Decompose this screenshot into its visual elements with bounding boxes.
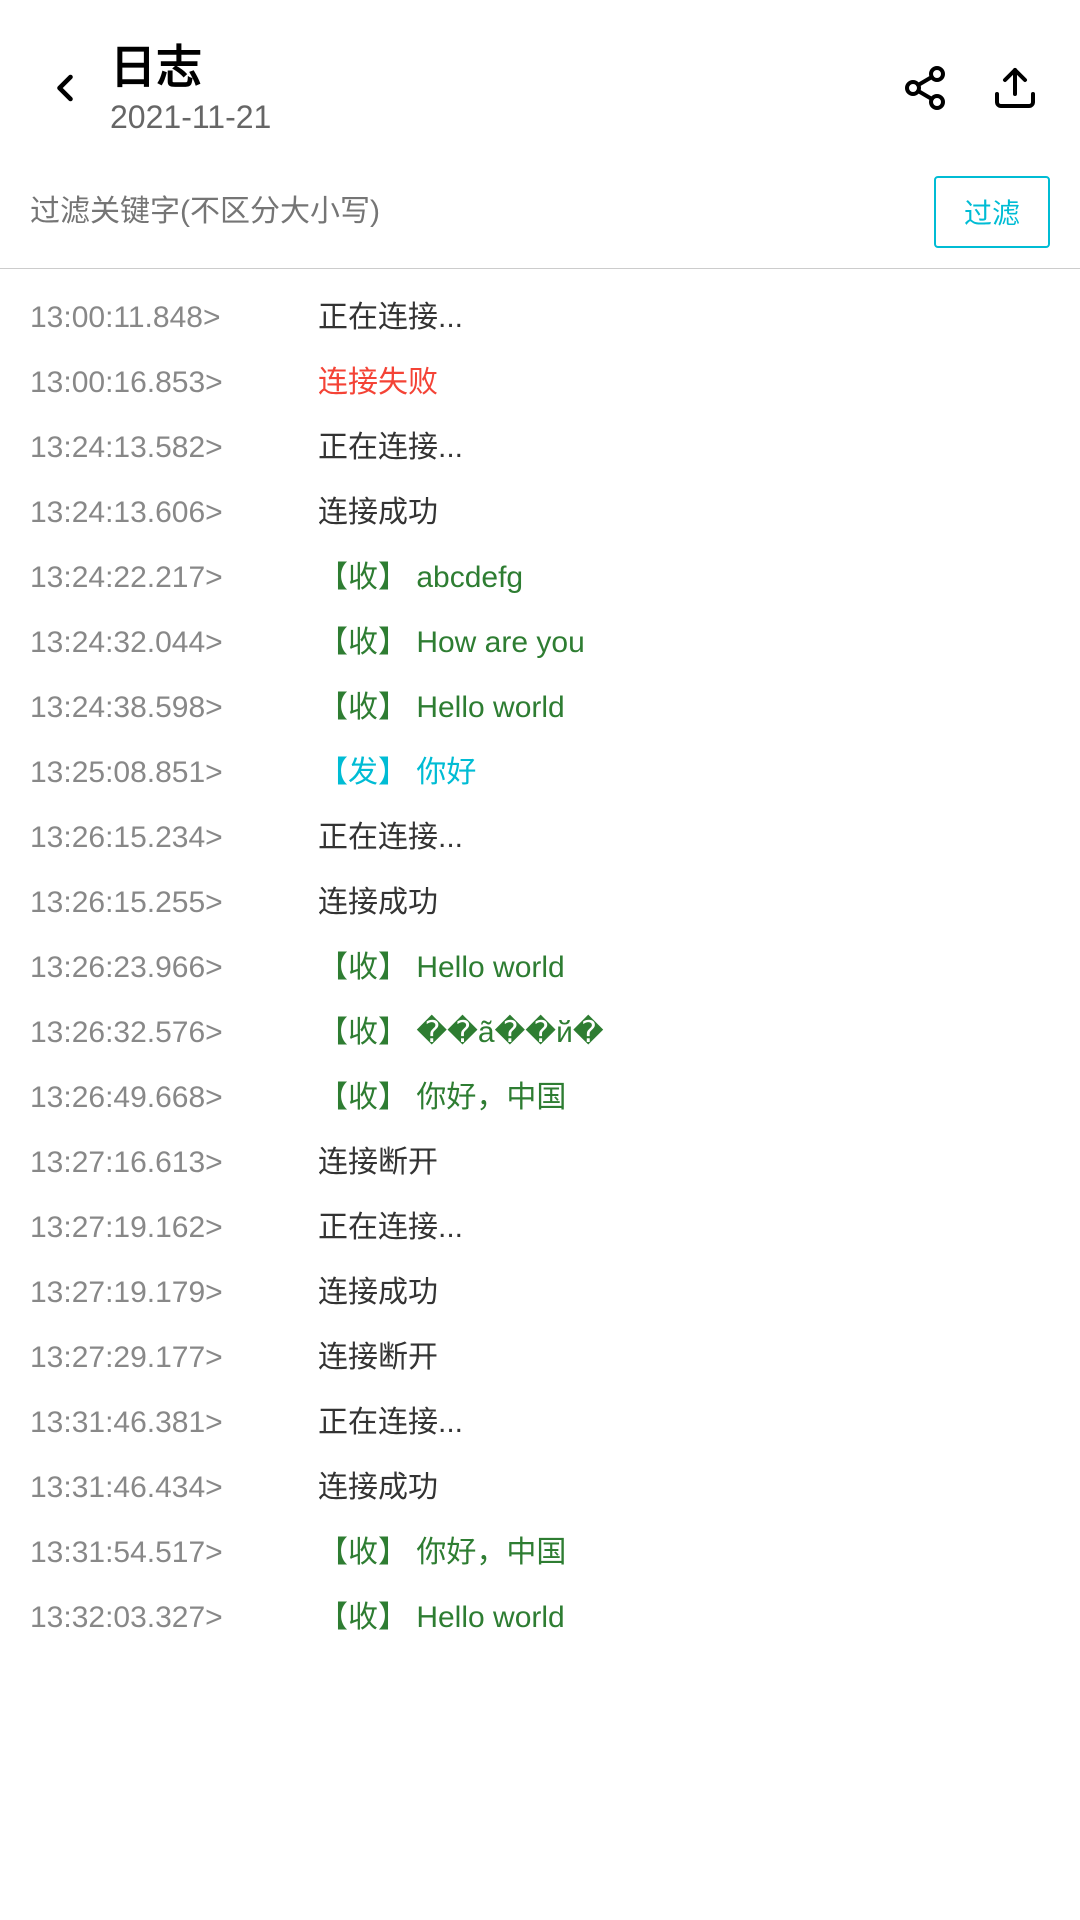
log-entry: 13:27:19.179>连接成功 bbox=[30, 1260, 1050, 1325]
log-entry: 13:24:13.582>正在连接... bbox=[30, 415, 1050, 480]
log-entry: 13:26:49.668>【收】 你好，中国 bbox=[30, 1065, 1050, 1130]
log-time: 13:26:15.234> bbox=[30, 815, 310, 860]
header-title-area: 日志 2021-11-21 bbox=[100, 40, 890, 136]
log-time: 13:24:13.582> bbox=[30, 425, 310, 470]
log-entry: 13:24:22.217>【收】 abcdefg bbox=[30, 545, 1050, 610]
page-title: 日志 bbox=[110, 40, 890, 95]
export-button[interactable] bbox=[980, 53, 1050, 123]
log-time: 13:27:29.177> bbox=[30, 1335, 310, 1380]
log-time: 13:31:46.434> bbox=[30, 1465, 310, 1510]
header: 日志 2021-11-21 bbox=[0, 0, 1080, 156]
log-entry: 13:31:54.517>【收】 你好，中国 bbox=[30, 1520, 1050, 1585]
log-time: 13:26:49.668> bbox=[30, 1075, 310, 1120]
log-time: 13:24:32.044> bbox=[30, 620, 310, 665]
filter-button[interactable]: 过滤 bbox=[934, 176, 1050, 248]
log-time: 13:25:08.851> bbox=[30, 750, 310, 795]
log-message: 正在连接... bbox=[318, 295, 463, 340]
log-entry: 13:26:15.234>正在连接... bbox=[30, 805, 1050, 870]
log-time: 13:26:15.255> bbox=[30, 880, 310, 925]
log-time: 13:26:32.576> bbox=[30, 1010, 310, 1055]
log-entry: 13:24:38.598>【收】 Hello world bbox=[30, 675, 1050, 740]
log-entry: 13:25:08.851>【发】 你好 bbox=[30, 740, 1050, 805]
log-time: 13:24:13.606> bbox=[30, 490, 310, 535]
log-entry: 13:27:29.177>连接断开 bbox=[30, 1325, 1050, 1390]
log-time: 13:27:19.162> bbox=[30, 1205, 310, 1250]
log-entry: 13:31:46.434>连接成功 bbox=[30, 1455, 1050, 1520]
log-time: 13:26:23.966> bbox=[30, 945, 310, 990]
log-entry: 13:26:23.966>【收】 Hello world bbox=[30, 935, 1050, 1000]
log-time: 13:32:03.327> bbox=[30, 1595, 310, 1640]
log-message: 【收】 你好，中国 bbox=[318, 1530, 566, 1575]
log-entry: 13:26:32.576>【收】 ��ã��й� bbox=[30, 1000, 1050, 1065]
filter-input[interactable] bbox=[30, 185, 918, 239]
log-entry: 13:32:03.327>【收】 Hello world bbox=[30, 1585, 1050, 1650]
log-message: 正在连接... bbox=[318, 815, 463, 860]
log-entry: 13:00:11.848>正在连接... bbox=[30, 285, 1050, 350]
log-message: 正在连接... bbox=[318, 425, 463, 470]
share-button[interactable] bbox=[890, 53, 960, 123]
log-list: 13:00:11.848>正在连接...13:00:16.853>连接失败13:… bbox=[0, 269, 1080, 1666]
log-message: 【收】 你好，中国 bbox=[318, 1075, 566, 1120]
header-actions bbox=[890, 53, 1050, 123]
log-message: 连接成功 bbox=[318, 490, 438, 535]
log-entry: 13:24:13.606>连接成功 bbox=[30, 480, 1050, 545]
log-time: 13:00:16.853> bbox=[30, 360, 310, 405]
log-message: 连接成功 bbox=[318, 1465, 438, 1510]
log-message: 连接成功 bbox=[318, 1270, 438, 1315]
log-time: 13:00:11.848> bbox=[30, 295, 310, 340]
log-time: 13:24:22.217> bbox=[30, 555, 310, 600]
log-time: 13:31:46.381> bbox=[30, 1400, 310, 1445]
log-time: 13:27:16.613> bbox=[30, 1140, 310, 1185]
log-message: 连接成功 bbox=[318, 880, 438, 925]
log-message: 【收】 Hello world bbox=[318, 945, 565, 990]
log-time: 13:31:54.517> bbox=[30, 1530, 310, 1575]
log-time: 13:24:38.598> bbox=[30, 685, 310, 730]
log-entry: 13:26:15.255>连接成功 bbox=[30, 870, 1050, 935]
log-entry: 13:00:16.853>连接失败 bbox=[30, 350, 1050, 415]
log-entry: 13:27:16.613>连接断开 bbox=[30, 1130, 1050, 1195]
log-entry: 13:31:46.381>正在连接... bbox=[30, 1390, 1050, 1455]
log-message: 正在连接... bbox=[318, 1400, 463, 1445]
log-message: 【收】 ��ã��й� bbox=[318, 1010, 604, 1055]
back-button[interactable] bbox=[30, 53, 100, 123]
log-message: 连接断开 bbox=[318, 1140, 438, 1185]
log-message: 【收】 Hello world bbox=[318, 685, 565, 730]
log-message: 正在连接... bbox=[318, 1205, 463, 1250]
log-entry: 13:24:32.044>【收】 How are you bbox=[30, 610, 1050, 675]
log-message: 【收】 How are you bbox=[318, 620, 585, 665]
log-message: 连接断开 bbox=[318, 1335, 438, 1380]
filter-area: 过滤 bbox=[0, 156, 1080, 269]
page-subtitle: 2021-11-21 bbox=[110, 99, 890, 136]
log-message: 【发】 你好 bbox=[318, 750, 476, 795]
log-message: 【收】 Hello world bbox=[318, 1595, 565, 1640]
log-time: 13:27:19.179> bbox=[30, 1270, 310, 1315]
log-message: 连接失败 bbox=[318, 360, 438, 405]
log-message: 【收】 abcdefg bbox=[318, 555, 523, 600]
log-entry: 13:27:19.162>正在连接... bbox=[30, 1195, 1050, 1260]
